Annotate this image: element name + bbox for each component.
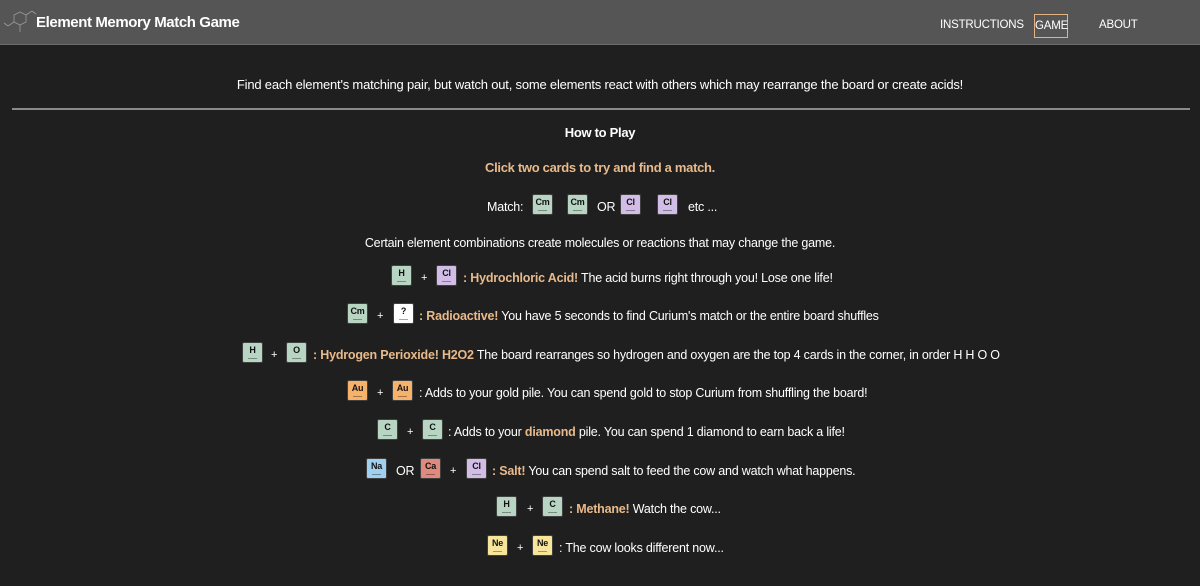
how-to-play-heading: How to Play [564, 125, 636, 140]
rule-row: Au + Au : Adds to your gold pile. You ca… [0, 381, 1200, 405]
element-card: H [243, 343, 262, 362]
rule-desc: You have 5 seconds to find Curium's matc… [498, 309, 879, 323]
rule-row: Ne + Ne : The cow looks different now... [0, 536, 1200, 560]
card-symbol: C [384, 422, 391, 432]
element-card: Cl [658, 195, 677, 214]
card-symbol: C [429, 422, 436, 432]
rule-desc: : Adds to your gold pile. You can spend … [419, 386, 868, 400]
plus-sign: + [377, 310, 384, 322]
card-symbol: Cl [472, 461, 481, 471]
intro-text: Find each element's matching pair, but w… [236, 77, 964, 92]
rule-row: H + Cl : Hydrochloric Acid! The acid bur… [0, 266, 1200, 290]
element-card: Cl [621, 195, 640, 214]
or-label: OR [597, 200, 616, 214]
element-card: Cm [568, 195, 587, 214]
element-card: Na [367, 459, 386, 478]
rule-row: Na OR Ca + Cl : Salt! You can spend salt… [0, 459, 1200, 483]
card-symbol: Ne [491, 538, 504, 548]
card-symbol: Ca [424, 461, 437, 471]
card-symbol: Cm [350, 306, 365, 316]
element-card: ? [394, 304, 413, 323]
rule-name: : Methane! [569, 502, 630, 516]
brand-title[interactable]: Element Memory Match Game [36, 14, 240, 31]
card-symbol: H [503, 499, 510, 509]
card-symbol: ? [400, 306, 407, 316]
rule-row: H + C : Methane! Watch the cow... [0, 497, 1200, 521]
rule-text: : Adds to your diamond pile. You can spe… [448, 425, 845, 439]
card-symbol: Cm [570, 197, 585, 207]
combos-note-row: Certain element combinations create mole… [0, 231, 1200, 255]
etc-label: etc ... [688, 200, 718, 214]
plus-sign: + [450, 465, 457, 477]
rule-desc: Watch the cow... [629, 502, 721, 516]
card-symbol: Cm [535, 197, 550, 207]
rule-text: : Hydrochloric Acid! The acid burns righ… [463, 271, 833, 285]
element-card: O [287, 343, 306, 362]
element-card: C [423, 420, 442, 439]
element-card: Ne [488, 536, 507, 555]
nav-about[interactable]: ABOUT [1099, 15, 1138, 39]
nav-game[interactable]: GAME [1034, 14, 1068, 38]
rule-desc: The acid burns right through you! Lose o… [578, 271, 833, 285]
element-card: Cl [467, 459, 486, 478]
card-symbol: Na [370, 461, 383, 471]
rule-name: : Radioactive! [419, 309, 499, 323]
element-card: Ne [533, 536, 552, 555]
rule-name: : Hydrogen Perioxide! H2O2 [313, 348, 474, 362]
rule-name: : Hydrochloric Acid! [463, 271, 578, 285]
combos-note: Certain element combinations create mole… [364, 236, 836, 250]
rule-desc: The board rearranges so hydrogen and oxy… [473, 348, 1000, 362]
element-card: Cl [437, 266, 456, 285]
element-card: Au [348, 381, 367, 400]
element-card: C [378, 420, 397, 439]
card-symbol: O [293, 345, 300, 355]
rule-text: : Radioactive! You have 5 seconds to fin… [419, 309, 879, 323]
card-symbol: H [249, 345, 256, 355]
plus-sign: + [377, 387, 384, 399]
match-row: Match: Cm Cm OR Cl Cl etc ... [0, 195, 1200, 219]
nav-instructions[interactable]: INSTRUCTIONS [940, 15, 1024, 39]
element-card: Au [393, 381, 412, 400]
card-symbol: Cl [626, 197, 635, 207]
plus-sign: + [421, 272, 428, 284]
rule-pre: : Adds to your [448, 425, 525, 439]
rule-name: : Salt! [492, 464, 526, 478]
rule-desc: : The cow looks different now... [559, 541, 724, 555]
rule-desc: pile. You can spend 1 diamond to earn ba… [575, 425, 845, 439]
element-card: Cm [348, 304, 367, 323]
card-symbol: Ne [536, 538, 549, 548]
element-card: H [392, 266, 411, 285]
rule-name: diamond [524, 425, 576, 439]
rule-row: H + O : Hydrogen Perioxide! H2O2 The boa… [0, 343, 1200, 367]
navbar: Element Memory Match Game INSTRUCTIONS G… [0, 0, 1200, 45]
element-card: Ca [421, 459, 440, 478]
rule-text: : Adds to your gold pile. You can spend … [419, 386, 868, 400]
rule-text: : Methane! Watch the cow... [569, 502, 721, 516]
rule-row: C + C : Adds to your diamond pile. You c… [0, 420, 1200, 444]
rule-text: : Hydrogen Perioxide! H2O2 The board rea… [313, 348, 1000, 362]
rule-desc: You can spend salt to feed the cow and w… [525, 464, 856, 478]
plus-sign: + [527, 503, 534, 515]
rule-text: : Salt! You can spend salt to feed the c… [492, 464, 856, 478]
match-label: Match: [487, 200, 524, 214]
plus-sign: + [271, 349, 278, 361]
card-symbol: Au [396, 383, 409, 393]
divider [12, 108, 1190, 110]
rule-row: Cm + ? : Radioactive! You have 5 seconds… [0, 304, 1200, 328]
click-hint: Click two cards to try and find a match. [485, 160, 715, 175]
card-symbol: H [398, 268, 405, 278]
rule-text: : The cow looks different now... [559, 541, 724, 555]
card-symbol: Cl [663, 197, 672, 207]
card-symbol: Cl [442, 268, 451, 278]
card-symbol: C [549, 499, 556, 509]
element-card: H [497, 497, 516, 516]
or-label: OR [396, 464, 415, 478]
plus-sign: + [517, 542, 524, 554]
molecule-icon [3, 10, 37, 32]
element-card: Cm [533, 195, 552, 214]
element-card: C [543, 497, 562, 516]
card-symbol: Au [351, 383, 364, 393]
plus-sign: + [407, 426, 414, 438]
